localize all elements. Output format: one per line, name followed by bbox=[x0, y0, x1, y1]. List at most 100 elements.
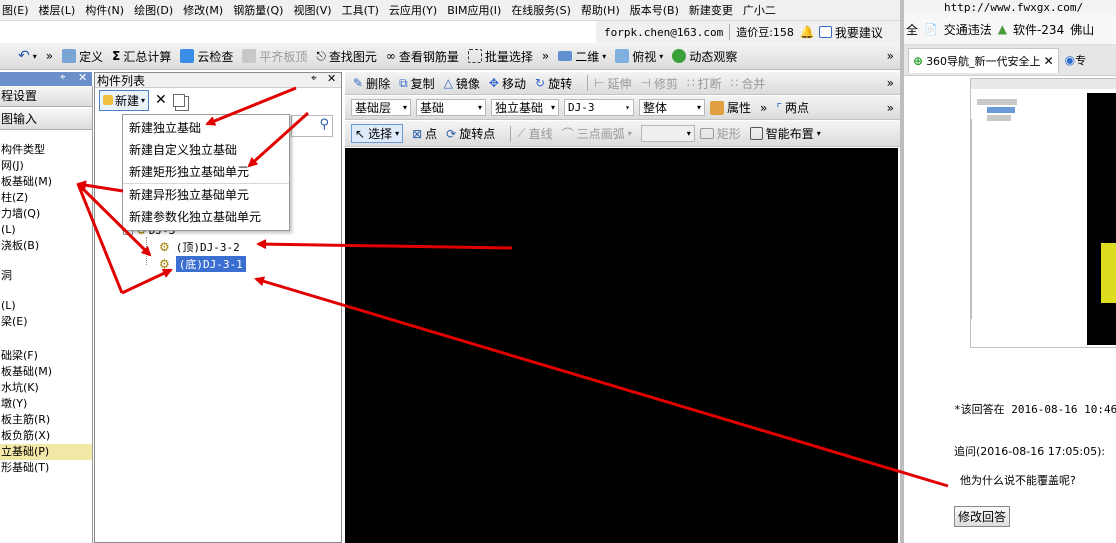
nav-item[interactable]: (L) bbox=[0, 222, 92, 238]
more-chevron-5[interactable]: » bbox=[760, 101, 767, 115]
more-chevron-3[interactable]: » bbox=[887, 49, 894, 63]
tree-item[interactable]: ⚙ (顶)DJ-3-2 bbox=[159, 239, 240, 255]
nav-item[interactable]: 墩(Y) bbox=[0, 396, 92, 412]
nav-item[interactable]: 浇板(B) bbox=[0, 238, 92, 254]
copy-icon[interactable] bbox=[172, 93, 185, 107]
select-button[interactable]: ↖ 选择 ▾ bbox=[351, 124, 404, 143]
pin-icon[interactable]: ⌖ bbox=[311, 73, 317, 84]
menu-item[interactable]: 构件(N) bbox=[85, 2, 124, 18]
more-chevron[interactable]: » bbox=[46, 49, 53, 63]
cloud-check-button[interactable]: 云检查 bbox=[180, 48, 233, 65]
nav-button[interactable]: 图输入 bbox=[0, 109, 92, 130]
category-select[interactable]: 基础 ▾ bbox=[416, 99, 486, 116]
batch-select-button[interactable]: 批量选择 bbox=[467, 48, 533, 65]
bookmark-item[interactable]: 交通违法 bbox=[944, 21, 992, 38]
menu-item[interactable]: 版本号(B) bbox=[630, 2, 679, 18]
trim-button[interactable]: ⊣ 修剪 bbox=[641, 75, 678, 92]
menu-item[interactable]: 新建变更 bbox=[689, 2, 733, 18]
nav-item[interactable]: 形基础(T) bbox=[0, 460, 92, 476]
mirror-button[interactable]: △ 镜像 bbox=[444, 75, 480, 92]
search-box[interactable]: ⚲ bbox=[291, 115, 333, 137]
bookmark-item[interactable]: 佛山 bbox=[1070, 21, 1094, 38]
menu-item[interactable]: 云应用(Y) bbox=[389, 2, 437, 18]
browser-tab[interactable]: ◉ 专 bbox=[1065, 52, 1086, 68]
nav-item[interactable]: 板主筋(R) bbox=[0, 412, 92, 428]
view-2d-dropdown[interactable]: 二维 ▾ bbox=[558, 48, 606, 65]
menu-item[interactable]: 广小二 bbox=[743, 2, 776, 18]
move-button[interactable]: ✥ 移动 bbox=[489, 75, 526, 92]
undo-button[interactable]: ↶ ▾ bbox=[18, 48, 37, 64]
view-top-dropdown[interactable]: 俯视 ▾ bbox=[615, 48, 663, 65]
close-icon[interactable]: ✕ bbox=[327, 72, 336, 85]
nav-item[interactable]: 力墙(Q) bbox=[0, 206, 92, 222]
menu-item[interactable]: 楼层(L) bbox=[39, 2, 76, 18]
nav-item[interactable]: 洞 bbox=[0, 268, 92, 284]
copy-button[interactable]: ⧉ 复制 bbox=[399, 75, 435, 92]
dropdown-item[interactable]: 新建异形独立基础单元 bbox=[123, 184, 289, 206]
dropdown-item[interactable]: 新建独立基础 bbox=[123, 117, 289, 139]
menu-item[interactable]: 绘图(D) bbox=[134, 2, 173, 18]
layer-select[interactable]: 基础层 ▾ bbox=[351, 99, 411, 116]
rotate-button[interactable]: ↻ 旋转 bbox=[535, 75, 572, 92]
nav-item[interactable]: 构件类型 bbox=[0, 142, 92, 158]
menu-item[interactable]: BIM应用(I) bbox=[447, 2, 501, 18]
property-button[interactable]: 属性 bbox=[710, 99, 751, 116]
nav-item[interactable]: 础梁(F) bbox=[0, 348, 92, 364]
nav-item[interactable]: 网(J) bbox=[0, 158, 92, 174]
type-select[interactable]: 独立基础 ▾ bbox=[491, 99, 559, 116]
point-button[interactable]: ⊠ 点 bbox=[412, 125, 437, 142]
arc-button[interactable]: ⌒ 三点画弧 ▾ bbox=[562, 125, 632, 142]
line-button[interactable]: ⟋ 直线 bbox=[517, 125, 552, 142]
break-button[interactable]: ∷ 打断 bbox=[687, 75, 722, 92]
more-chevron-2[interactable]: » bbox=[542, 49, 549, 63]
menu-item[interactable]: 在线服务(S) bbox=[511, 2, 571, 18]
view-rebar-button[interactable]: ∞ 查看钢筋量 bbox=[386, 48, 459, 65]
name-select[interactable]: DJ-3 ▾ bbox=[564, 99, 634, 116]
scope-select[interactable]: 整体 ▾ bbox=[639, 99, 705, 116]
find-element-button[interactable]: ⎋ 查找图元 bbox=[316, 48, 377, 65]
nav-item[interactable]: 板基础(M) bbox=[0, 174, 92, 190]
rect-button[interactable]: 矩形 bbox=[699, 125, 741, 142]
more-chevron-6[interactable]: » bbox=[887, 101, 894, 115]
dropdown-item[interactable]: 新建参数化独立基础单元 bbox=[123, 206, 289, 228]
close-icon[interactable]: ✕ bbox=[1044, 54, 1054, 68]
drawing-canvas[interactable] bbox=[345, 148, 898, 543]
nav-item[interactable]: 板基础(M) bbox=[0, 364, 92, 380]
address-bar[interactable]: http://www.fwxgx.com/ bbox=[904, 0, 1116, 14]
extend-button[interactable]: ⊢ 延伸 bbox=[594, 75, 631, 92]
edit-answer-button[interactable]: 修改回答 bbox=[954, 506, 1011, 527]
tree-item-selected[interactable]: ⚙ (底)DJ-3-1 bbox=[159, 256, 246, 272]
nav-item-selected[interactable]: 立基础(P) bbox=[0, 444, 92, 460]
menu-item[interactable]: 工具(T) bbox=[342, 2, 379, 18]
smart-layout-button[interactable]: 智能布置 ▾ bbox=[749, 125, 821, 142]
nav-button[interactable]: 程设置 bbox=[0, 86, 92, 107]
browser-tab-active[interactable]: ⊕ 360导航_新一代安全上 ✕ bbox=[908, 47, 1059, 73]
nav-item[interactable]: 梁(E) bbox=[0, 314, 92, 330]
dropdown-item[interactable]: 新建矩形独立基础单元 bbox=[123, 161, 289, 184]
menu-item[interactable]: 图(E) bbox=[2, 2, 29, 18]
nav-item[interactable]: 柱(Z) bbox=[0, 190, 92, 206]
nav-item[interactable]: 板负筋(X) bbox=[0, 428, 92, 444]
delete-x-icon[interactable]: ✕ bbox=[155, 92, 167, 108]
bell-icon[interactable]: 🔔 bbox=[800, 25, 815, 39]
nav-item[interactable]: 水坑(K) bbox=[0, 380, 92, 396]
more-chevron-4[interactable]: » bbox=[887, 76, 894, 90]
pin-icon[interactable]: ⌖ bbox=[60, 72, 66, 83]
dropdown-item[interactable]: 新建自定义独立基础 bbox=[123, 139, 289, 161]
delete-button[interactable]: ✎ 删除 bbox=[353, 75, 390, 92]
menu-item[interactable]: 帮助(H) bbox=[581, 2, 620, 18]
dynamic-view-button[interactable]: 动态观察 bbox=[672, 48, 737, 65]
define-button[interactable]: 定义 bbox=[62, 48, 103, 65]
rotate-point-button[interactable]: ⟳ 旋转点 bbox=[446, 125, 495, 142]
two-points-button[interactable]: ⌜ 两点 bbox=[776, 99, 809, 116]
bookmark-item[interactable]: 软件-234 bbox=[1013, 21, 1064, 38]
menu-item[interactable]: 视图(V) bbox=[293, 2, 331, 18]
merge-button[interactable]: ∷ 合并 bbox=[731, 75, 766, 92]
nav-item[interactable]: (L) bbox=[0, 298, 92, 314]
suggest-button[interactable]: 我要建议 bbox=[818, 24, 883, 41]
close-icon[interactable]: ✕ bbox=[78, 71, 87, 84]
bookmark-item[interactable]: 全 bbox=[906, 21, 918, 38]
arc-option-select[interactable]: ▾ bbox=[640, 125, 695, 142]
flat-board-button[interactable]: 平齐板顶 bbox=[242, 48, 307, 65]
summary-button[interactable]: Σ 汇总计算 bbox=[112, 48, 171, 65]
